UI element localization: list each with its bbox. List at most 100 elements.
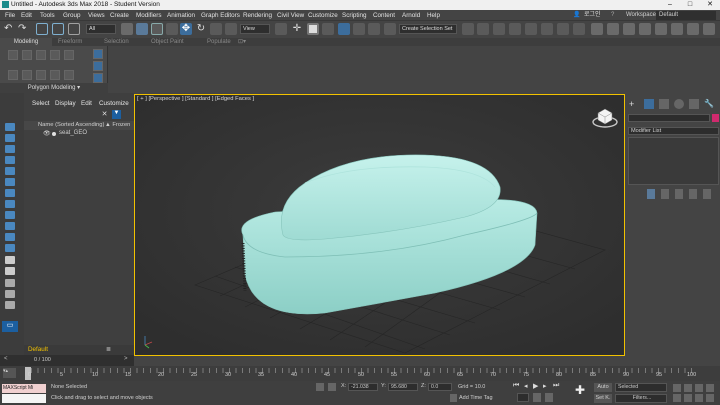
a360-gallery-icon[interactable] [687,23,699,35]
polygon-modeling-label[interactable]: Polygon Modeling ▾ [0,83,108,93]
undo-icon[interactable]: ↶ [4,23,16,35]
window-crossing-icon[interactable] [166,23,178,35]
menu-content[interactable]: Content [373,11,395,20]
zoom-all-icon[interactable] [684,384,692,392]
help-icon[interactable]: ? [611,11,614,20]
menu-rendering[interactable]: Rendering [243,11,272,20]
curve-editor-icon[interactable] [541,23,553,35]
display-xrefs-icon[interactable] [5,200,15,208]
menu-edit[interactable]: Edit [21,11,32,20]
redo-icon[interactable]: ↷ [18,23,30,35]
poly-vertex-icon[interactable] [64,70,74,80]
make-unique-icon[interactable] [675,189,683,199]
frozen-column-header[interactable]: ▲ Frozen [105,122,130,128]
link-icon[interactable] [36,23,48,35]
set-key-icon[interactable]: ✚ [575,384,585,396]
remove-modifier-icon[interactable] [689,189,697,199]
unlink-icon[interactable] [52,23,64,35]
explorer-menu-display[interactable]: Display [55,100,76,107]
key-mode-dropdown[interactable]: Selected [615,383,667,392]
menu-graph-editors[interactable]: Graph Editors [201,11,240,20]
pin-stack-icon[interactable] [647,189,655,199]
go-to-start-icon[interactable]: ⏮ [513,382,519,390]
rectangular-selection-icon[interactable] [151,23,163,35]
user-icon[interactable]: 👤 [573,11,580,20]
tab-object-paint[interactable]: Object Paint [151,38,184,46]
display-containers-icon[interactable] [5,222,15,230]
open-autodesk-a360-icon[interactable] [703,23,715,35]
display-frozen-icon[interactable] [5,233,15,241]
render-setup-icon[interactable] [591,23,603,35]
render-in-cloud-icon[interactable] [639,23,651,35]
select-and-scale-icon[interactable] [210,23,222,35]
modifier-stack-list[interactable] [628,137,719,185]
edit-named-selection-icon[interactable] [384,23,396,35]
pan-view-icon[interactable] [684,394,692,402]
current-frame-field[interactable] [517,393,529,402]
material-editor-icon[interactable] [573,23,585,35]
find-icon[interactable] [5,290,15,298]
display-geometry-icon[interactable] [5,123,15,131]
sign-in-label[interactable]: 로그인 [584,11,601,20]
menu-modifiers[interactable]: Modifiers [136,11,162,20]
border-icon[interactable] [22,70,32,80]
utilities-tab-icon[interactable]: 🔧 [704,99,714,109]
invert-display-icon[interactable] [5,279,15,287]
reference-coordinate-dropdown[interactable]: View [240,24,270,34]
maximize-icon[interactable]: □ [680,0,700,10]
tab-selection[interactable]: Selection [104,38,129,46]
mini-curve-editor-icon[interactable]: ▾▴ [3,368,16,378]
orbit-icon[interactable] [695,394,703,402]
border-subobject-icon[interactable] [93,73,103,83]
render-iterative-icon[interactable] [655,23,667,35]
filter-icon[interactable] [5,301,15,309]
explorer-menu-customize[interactable]: Customize [99,100,129,107]
x-coordinate-field[interactable]: -21.038 [348,383,378,391]
layer-stack-icon[interactable]: ≣ [106,346,111,353]
motion-tab-icon[interactable] [674,99,684,109]
ribbon-options-icon[interactable]: ⊡▾ [238,38,246,46]
edge-subobject-icon[interactable] [93,61,103,71]
time-slider[interactable]: < 0 / 100 > [0,355,134,366]
menu-customize[interactable]: Customize [308,11,338,20]
modifier-list-dropdown[interactable]: Modifier List [628,127,719,135]
toggle-layer-explorer-icon[interactable] [509,23,521,35]
create-tab-icon[interactable]: + [629,99,639,109]
viewport-label-menu[interactable]: [ + ] [Perspective ] [Standard ] [Edged … [137,96,254,102]
add-time-tag[interactable]: Add Time Tag [459,395,493,401]
zoom-extents-all-icon[interactable] [706,384,714,392]
time-tag-icon[interactable] [450,394,457,402]
ignore-backfacing-icon[interactable] [36,50,46,60]
object-color-swatch[interactable] [712,114,719,122]
render-production-icon[interactable] [623,23,635,35]
collapse-stack-icon[interactable] [64,50,74,60]
toggle-ribbon-icon[interactable] [525,23,537,35]
auto-key-button[interactable]: Auto [594,383,612,392]
z-coordinate-field[interactable]: 0.0 [428,383,452,391]
select-and-rotate-icon[interactable]: ↻ [195,23,207,35]
display-helpers-icon[interactable] [5,167,15,175]
y-coordinate-field[interactable]: 95.680 [388,383,418,391]
arnold-render-icon[interactable] [671,23,683,35]
layer-display-icon[interactable]: ▭ [2,321,18,332]
display-hidden-icon[interactable] [5,244,15,252]
next-frame-icon[interactable]: ▸ [543,382,547,390]
menu-scripting[interactable]: Scripting [342,11,367,20]
display-none-icon[interactable] [5,267,15,275]
menu-animation[interactable]: Animation [167,11,195,20]
named-selection-set-dropdown[interactable]: Create Selection Set [399,24,457,34]
eye-icon[interactable]: 👁 [43,130,51,137]
isolate-selection-icon[interactable] [316,383,324,391]
field-of-view-icon[interactable] [673,394,681,402]
configure-modifier-sets-icon[interactable] [703,189,711,199]
schematic-view-icon[interactable] [557,23,569,35]
minimize-icon[interactable]: – [660,0,680,10]
select-and-place-icon[interactable] [225,23,237,35]
edit-poly-mode-icon[interactable] [8,50,18,60]
menu-create[interactable]: Create [110,11,129,20]
display-lights-icon[interactable] [5,145,15,153]
explorer-menu-select[interactable]: Select [32,100,50,107]
selection-filter-dropdown[interactable]: All [86,24,116,34]
current-layer-name[interactable]: Default [28,346,48,353]
vertex-subobject-icon[interactable] [93,49,103,59]
